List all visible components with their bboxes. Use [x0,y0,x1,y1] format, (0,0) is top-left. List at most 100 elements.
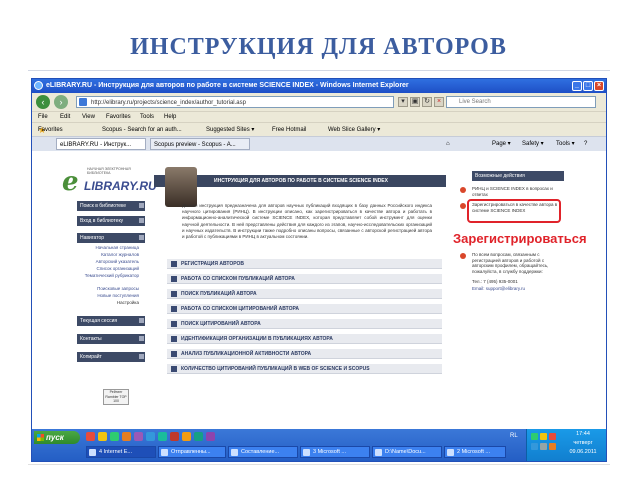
section-row[interactable]: РЕГИСТРАЦИЯ АВТОРОВ [167,259,442,269]
support-email[interactable]: Email: support@elibrary.ru [472,286,562,292]
fav-item-hotmail[interactable]: Free Hotmail [272,123,306,137]
tray-icon[interactable] [549,433,556,440]
section-row[interactable]: КОЛИЧЕСТВО ЦИТИРОВАНИЙ ПУБЛИКАЦИЙ В WEB … [167,364,442,374]
sidebar-nav-head[interactable]: Навигатор [77,233,145,243]
sidebar-link-authors[interactable]: Авторский указатель [77,259,145,265]
safety-menu[interactable]: Safety ▾ [522,137,544,151]
section-row[interactable]: ИДЕНТИФИКАЦИЯ ОРГАНИЗАЦИИ В ПУБЛИКАЦИЯХ … [167,334,442,344]
tab-elibrary[interactable]: eLIBRARY.RU - Инструк... [56,138,146,150]
rambler-badge[interactable]: Рейтинг Rambler TOP 100 [103,389,129,405]
sidebar-link-new[interactable]: Новые поступления [77,293,145,299]
title-divider [28,70,610,71]
compat-view-icon[interactable]: ▣ [410,97,420,107]
section-row[interactable]: РАБОТА СО СПИСКОМ ЦИТИРОВАНИЙ АВТОРА [167,304,442,314]
quicklaunch-icon[interactable] [86,432,95,441]
sidebar-contacts-head[interactable]: Контакты [77,334,145,344]
help-icon[interactable]: ? [584,137,587,151]
search-input[interactable]: Live Search [446,96,596,108]
section-icon [171,291,177,297]
sidebar-link-home[interactable]: Начальная страница [77,245,145,251]
stop-icon[interactable]: × [434,97,444,107]
tray-icon[interactable] [540,433,547,440]
tray-icon[interactable] [531,443,538,450]
author-photo [165,167,197,207]
quicklaunch-icon[interactable] [98,432,107,441]
taskbar-button-compose[interactable]: Составление... [228,446,298,458]
taskbar-button-folder[interactable]: D:\Name\Docu... [372,446,442,458]
minimize-button[interactable]: _ [572,81,582,91]
sidebar-link-orgs[interactable]: Список организаций [77,266,145,272]
forward-button[interactable]: › [54,95,68,109]
close-button[interactable]: × [594,81,604,91]
home-icon[interactable]: ⌂ [446,137,450,151]
section-row[interactable]: РАБОТА СО СПИСКОМ ПУБЛИКАЦИЙ АВТОРА [167,274,442,284]
quicklaunch-icon[interactable] [206,432,215,441]
sidebar-link-rubricator[interactable]: Тематический рубрикатор [77,273,145,279]
sidebar-session-head[interactable]: Текущая сессия [77,316,145,326]
quicklaunch-icon[interactable] [110,432,119,441]
section-icon [171,336,177,342]
quicklaunch-icon[interactable] [170,432,179,441]
window-title: eLIBRARY.RU - Инструкция для авторов по … [46,82,409,89]
elibrary-logo[interactable]: НАУЧНАЯ ЭЛЕКТРОННАЯ БИБЛИОТЕКА e LIBRARY… [62,161,157,197]
refresh-icon[interactable]: ↻ [422,97,432,107]
search-placeholder: Live Search [459,99,491,105]
system-tray: 17:44 четверг 09.06.2011 [526,429,606,461]
support-text: По всем вопросам, связанным с регистраци… [472,252,549,274]
alert-icon [460,187,466,193]
dropdown-icon[interactable]: ▾ [398,97,408,107]
windows-logo-icon [37,434,44,441]
taskbar-button-office2[interactable]: 2 Microsoft ... [444,446,506,458]
sidebar-search-head[interactable]: Поиск в библиотеке [77,201,145,211]
window-titlebar: eLIBRARY.RU - Инструкция для авторов по … [32,79,606,93]
page-menu[interactable]: Page ▾ [492,137,511,151]
quicklaunch-icon[interactable] [122,432,131,441]
sidebar-copyright-head[interactable]: Копирайт [77,352,145,362]
address-url: http://elibrary.ru/projects/science_inde… [91,100,246,106]
quicklaunch-icon[interactable] [146,432,155,441]
logo-subtitle: НАУЧНАЯ ЭЛЕКТРОННАЯ БИБЛИОТЕКА [87,167,131,175]
quicklaunch-icon[interactable] [182,432,191,441]
faq-link[interactable]: РИНЦ и SCIENCE INDEX в вопросах и ответа… [472,186,562,197]
alert-icon [460,203,466,209]
sidebar-link-settings[interactable]: Настройка [77,300,145,306]
language-indicator[interactable]: RL [510,433,518,439]
page-banner: ИНСТРУКЦИЯ ДЛЯ АВТОРОВ ПО РАБОТЕ В СИСТЕ… [154,175,446,187]
clock-date: 09.06.2011 [569,449,597,455]
sidebar-link-journals[interactable]: Каталог журналов [77,252,145,258]
section-row[interactable]: АНАЛИЗ ПУБЛИКАЦИОННОЙ АКТИВНОСТИ АВТОРА [167,349,442,359]
fav-item-scopus[interactable]: Scopus - Search for an auth... [102,123,182,137]
tools-menu[interactable]: Tools ▾ [556,137,575,151]
web-page: НАУЧНАЯ ЭЛЕКТРОННАЯ БИБЛИОТЕКА e LIBRARY… [32,151,606,437]
clock-time[interactable]: 17:44 [561,431,605,438]
sidebar-login-head[interactable]: Вход в библиотеку [77,216,145,226]
maximize-button[interactable]: □ [583,81,593,91]
taskbar-button-office[interactable]: 3 Microsoft ... [300,446,370,458]
page-icon [79,98,87,106]
start-button[interactable]: пуск [34,431,80,444]
tab-scopus[interactable]: Scopus preview - Scopus - A... [150,138,250,150]
back-button[interactable]: ‹ [36,95,50,109]
fav-item-suggested[interactable]: Suggested Sites ▾ [206,123,254,137]
sidebar-link-queries[interactable]: Поисковые запросы [77,286,145,292]
quicklaunch-icon[interactable] [194,432,203,441]
taskbar-button-sent[interactable]: Отправленны... [158,446,226,458]
section-row[interactable]: ПОИСК ПУБЛИКАЦИЙ АВТОРА [167,289,442,299]
support-phone: Тел.: 7 (495) 935-0001 [472,279,518,284]
intro-text: Данная инструкция предназначена для авто… [182,203,432,240]
tray-icon[interactable] [540,443,547,450]
section-icon [171,261,177,267]
taskbar-button-ie[interactable]: 4 Internet E... [86,446,156,458]
quicklaunch-icon[interactable] [134,432,143,441]
clock-day: четверг [573,440,593,446]
favorites-bar: ★ Favorites Scopus - Search for an auth.… [32,122,606,137]
section-row[interactable]: ПОИСК ЦИТИРОВАНИЙ АВТОРА [167,319,442,329]
ie-window: eLIBRARY.RU - Инструкция для авторов по … [31,78,607,462]
quicklaunch-icon[interactable] [158,432,167,441]
info-icon [460,253,466,259]
logo-name: LIBRARY.RU [84,179,157,193]
address-bar[interactable]: http://elibrary.ru/projects/science_inde… [76,96,394,108]
fav-item-webslice[interactable]: Web Slice Gallery ▾ [328,123,380,137]
tray-icon[interactable] [549,443,556,450]
tray-icon[interactable] [531,433,538,440]
